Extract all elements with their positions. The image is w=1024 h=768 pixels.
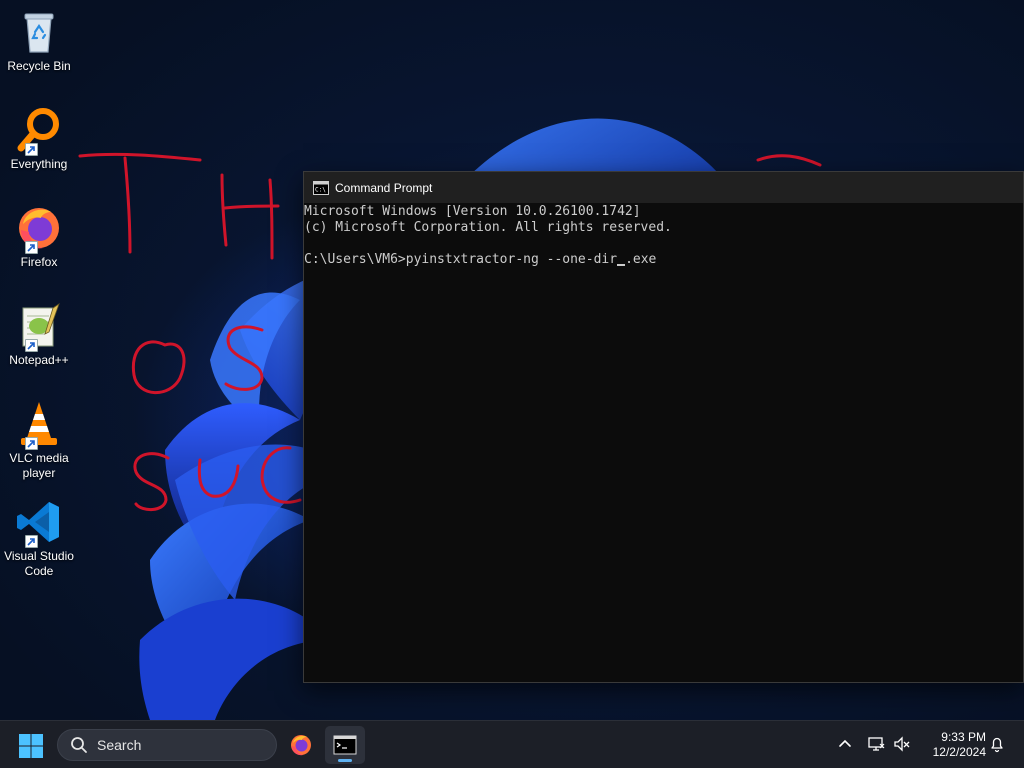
desktop-icon-notepad-plus-plus[interactable]: Notepad++ <box>2 302 76 368</box>
taskbar: Search 9:33 PM 12/2/2024 <box>0 720 1024 768</box>
desktop-icon-everything[interactable]: Everything <box>2 106 76 172</box>
notification-bell-icon[interactable] <box>988 735 1006 753</box>
terminal-command: C:\Users\VM6>pyinstxtractor-ng --one-dir <box>304 252 618 267</box>
taskbar-app-firefox[interactable] <box>281 726 321 764</box>
terminal-input-line[interactable]: C:\Users\VM6>pyinstxtractor-ng --one-dir… <box>304 252 1023 268</box>
window-title: Command Prompt <box>335 180 433 195</box>
taskbar-clock[interactable]: 9:33 PM 12/2/2024 <box>920 730 986 760</box>
command-prompt-icon: C:\ <box>313 180 329 195</box>
volume-muted-icon[interactable] <box>893 735 911 753</box>
vscode-icon <box>17 502 59 542</box>
desktop-icon-label: Visual Studio Code <box>4 549 74 578</box>
command-prompt-window[interactable]: C:\ Command Prompt Microsoft Windows [Ve… <box>303 171 1024 683</box>
command-prompt-icon <box>333 735 357 755</box>
search-placeholder: Search <box>97 737 142 753</box>
shortcut-arrow-icon <box>25 241 38 254</box>
shortcut-arrow-icon <box>25 437 38 450</box>
search-icon <box>71 737 87 753</box>
taskbar-search-box[interactable]: Search <box>57 729 277 761</box>
desktop-icon-vscode[interactable]: Visual Studio Code <box>2 498 76 579</box>
shortcut-arrow-icon <box>25 535 38 548</box>
taskbar-app-command-prompt[interactable] <box>325 726 365 764</box>
desktop-icon-label: Notepad++ <box>9 353 69 367</box>
firefox-icon <box>291 735 311 756</box>
show-hidden-icons-chevron-icon[interactable] <box>836 735 854 753</box>
shortcut-arrow-icon <box>25 339 38 352</box>
desktop: Recycle Bin Everything Firefox Notepad++… <box>0 0 1024 720</box>
terminal-line: ​ <box>304 236 1023 252</box>
clock-date: 12/2/2024 <box>932 745 986 759</box>
desktop-icon-label: VLC media player <box>9 451 69 480</box>
svg-text:C:\: C:\ <box>315 186 326 193</box>
running-indicator <box>338 759 352 762</box>
desktop-icon-firefox[interactable]: Firefox <box>2 204 76 270</box>
everything-search-icon <box>17 108 59 152</box>
desktop-icon-label: Recycle Bin <box>7 59 71 73</box>
window-titlebar[interactable]: C:\ Command Prompt <box>304 172 1023 203</box>
windows-start-icon[interactable] <box>18 733 44 759</box>
terminal-line: Microsoft Windows [Version 10.0.26100.17… <box>304 204 641 219</box>
firefox-icon <box>19 208 59 249</box>
recycle-bin-icon <box>24 13 54 53</box>
terminal-command-tail: .exe <box>625 252 657 267</box>
desktop-icon-label: Firefox <box>20 255 58 269</box>
desktop-icon-vlc[interactable]: VLC media player <box>2 400 76 481</box>
network-icon[interactable] <box>867 735 885 753</box>
terminal-line: (c) Microsoft Corporation. All rights re… <box>304 220 672 235</box>
clock-time: 9:33 PM <box>941 730 986 744</box>
desktop-icon-label: Everything <box>10 157 68 171</box>
notepad-plus-plus-icon <box>22 302 60 347</box>
terminal-output[interactable]: Microsoft Windows [Version 10.0.26100.17… <box>304 203 1023 268</box>
desktop-icon-recycle-bin[interactable]: Recycle Bin <box>2 8 76 74</box>
shortcut-arrow-icon <box>25 143 38 156</box>
text-cursor <box>617 264 626 266</box>
vlc-icon <box>21 402 57 445</box>
